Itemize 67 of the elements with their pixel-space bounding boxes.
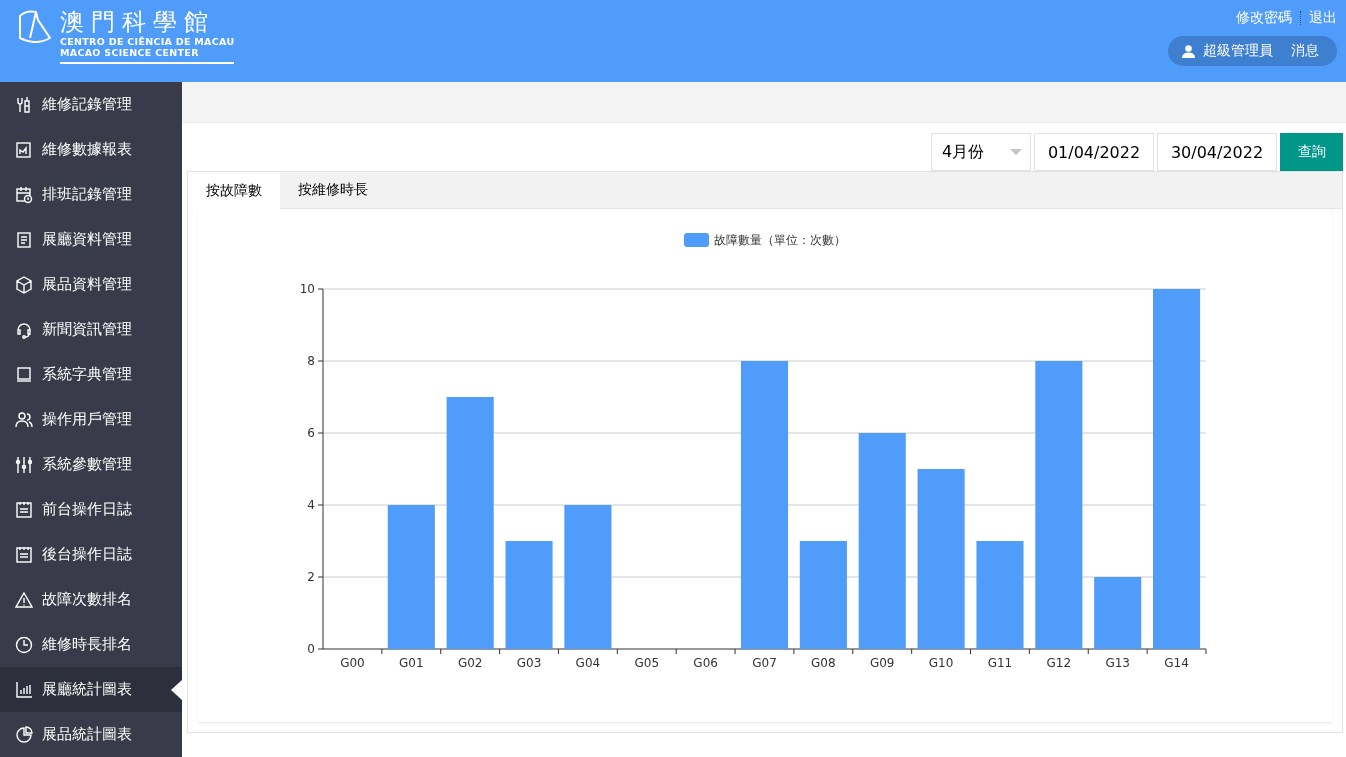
sidebar-item[interactable]: 展品資料管理 (0, 262, 182, 307)
y-axis-label: 2 (307, 570, 315, 584)
y-axis-label: 0 (307, 642, 315, 656)
book-icon (15, 365, 33, 384)
notepad-icon (15, 545, 33, 564)
sidebar-item[interactable]: 維修數據報表 (0, 127, 182, 172)
users-icon (15, 410, 33, 429)
logo-icon (16, 8, 54, 46)
sidebar-item[interactable]: 新聞資訊管理 (0, 307, 182, 352)
dropdown-caret-icon (1010, 149, 1022, 155)
sidebar-item[interactable]: 維修記錄管理 (0, 82, 182, 127)
sidebar-item[interactable]: 故障次數排名 (0, 577, 182, 622)
x-axis-label: G11 (987, 656, 1013, 670)
x-axis-label: G02 (457, 656, 483, 670)
x-axis-label: G12 (1046, 656, 1072, 670)
clock-icon (15, 635, 33, 654)
x-axis-label: G00 (340, 656, 365, 670)
warning-icon (15, 590, 33, 609)
y-axis-label: 4 (307, 498, 315, 512)
sidebar-item[interactable]: 展品統計圖表 (0, 712, 182, 757)
clipboard-icon (15, 230, 33, 249)
logo-title: 澳門科學館 (60, 8, 216, 36)
month-select[interactable]: 4月份 (931, 133, 1031, 171)
bar-chart-icon (15, 680, 33, 699)
headset-icon (15, 320, 33, 339)
logo-subtitle: MACAO SCIENCE CENTER (60, 47, 200, 58)
legend-label: 故障數量（單位：次數） (714, 233, 846, 247)
end-date-field[interactable]: 30/04/2022 (1157, 133, 1277, 171)
notepad-icon (15, 500, 33, 519)
calendar-clock-icon (15, 185, 33, 204)
x-axis-label: G10 (928, 656, 954, 670)
x-axis-label: G08 (811, 656, 836, 670)
pie-chart-icon (15, 725, 33, 744)
sidebar-item[interactable]: 後台操作日誌 (0, 532, 182, 577)
x-axis-label: G13 (1105, 656, 1130, 670)
y-axis-label: 10 (299, 282, 315, 296)
sidebar-item[interactable]: 操作用戶管理 (0, 397, 182, 442)
tab[interactable]: 按維修時長 (280, 172, 386, 208)
sidebar-item[interactable]: 展廳資料管理 (0, 217, 182, 262)
x-axis-label: G06 (693, 656, 718, 670)
start-date-field[interactable]: 01/04/2022 (1034, 133, 1154, 171)
query-button[interactable]: 查詢 (1280, 133, 1343, 171)
x-axis-label: G09 (869, 656, 895, 670)
wrench-icon (15, 95, 33, 114)
x-axis-label: G01 (399, 656, 424, 670)
sidebar-item[interactable]: 前台操作日誌 (0, 487, 182, 532)
x-axis-label: G04 (575, 656, 601, 670)
sidebar-item[interactable]: 排班記錄管理 (0, 172, 182, 217)
box-icon (15, 275, 33, 294)
x-axis-label: G05 (634, 656, 660, 670)
sidebar-item[interactable]: 展廳統計圖表 (0, 667, 182, 712)
x-axis-label: G07 (752, 656, 777, 670)
tab[interactable]: 按故障數 (188, 172, 280, 209)
sidebar-item[interactable]: 系統字典管理 (0, 352, 182, 397)
logo-subtitle: CENTRO DE CIÊNCIA DE MACAU (60, 36, 235, 47)
chart-report-icon (15, 140, 33, 159)
user-icon (1182, 44, 1195, 58)
y-axis-label: 8 (307, 354, 315, 368)
sliders-icon (15, 455, 33, 474)
user-name[interactable]: 超級管理員 (1203, 42, 1273, 60)
x-axis-label: G14 (1164, 656, 1189, 670)
x-axis-label: G03 (516, 656, 542, 670)
bar (1094, 577, 1142, 649)
y-axis-label: 6 (307, 426, 315, 440)
sidebar-item[interactable]: 系統參數管理 (0, 442, 182, 487)
messages-link[interactable]: 消息 (1291, 42, 1319, 60)
sidebar-item[interactable]: 維修時長排名 (0, 622, 182, 667)
